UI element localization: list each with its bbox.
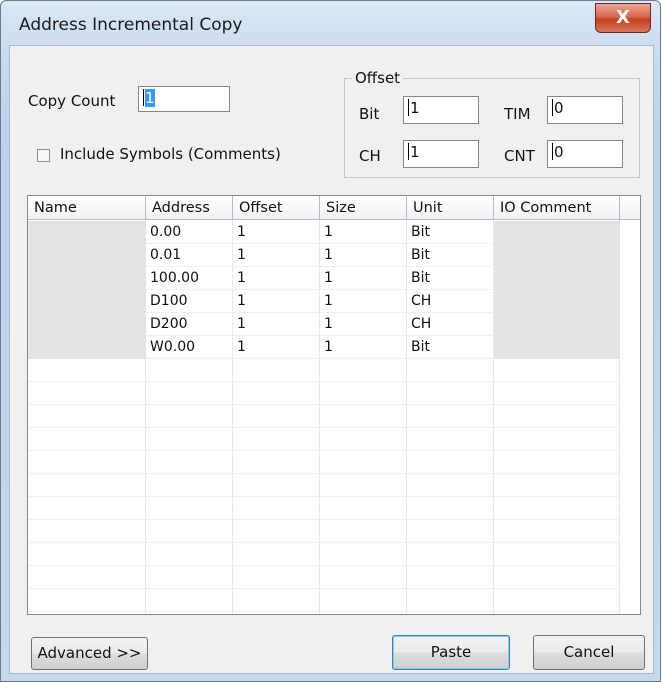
grid-line [28, 542, 620, 543]
copy-count-value: 1 [145, 89, 155, 107]
cell-name [28, 267, 146, 290]
tim-label: TIM [504, 105, 531, 123]
copy-count-input[interactable]: 1 [138, 86, 230, 112]
grid-line [28, 565, 620, 566]
cnt-offset-input[interactable]: 0 [547, 140, 623, 168]
text-caret [143, 89, 144, 106]
cell-offset[interactable]: 1 [233, 267, 320, 290]
include-symbols-label: Include Symbols (Comments) [60, 145, 281, 163]
cell-unit[interactable]: CH [407, 290, 494, 313]
cell-name [28, 313, 146, 336]
grid-line [28, 427, 620, 428]
cell-unit[interactable]: CH [407, 313, 494, 336]
cell-name [28, 221, 146, 244]
tim-offset-input[interactable]: 0 [547, 96, 623, 124]
copy-count-label: Copy Count [28, 92, 116, 110]
cell-address[interactable]: 0.00 [146, 221, 233, 244]
cell-size[interactable]: 1 [320, 336, 407, 359]
cell-size[interactable]: 1 [320, 244, 407, 267]
grid-line [28, 404, 620, 405]
cell-name [28, 290, 146, 313]
address-table[interactable]: Name Address Offset Size Unit IO Comment… [27, 195, 641, 615]
text-caret [552, 99, 553, 116]
cell-io-comment [494, 221, 620, 244]
cell-address[interactable]: D200 [146, 313, 233, 336]
paste-button[interactable]: Paste [392, 635, 510, 670]
ch-offset-value: 1 [410, 143, 420, 161]
cell-io-comment [494, 267, 620, 290]
cell-name [28, 336, 146, 359]
column-header-unit[interactable]: Unit [407, 196, 494, 220]
cell-unit[interactable]: Bit [407, 221, 494, 244]
column-header-address[interactable]: Address [146, 196, 233, 220]
cell-address[interactable]: 0.01 [146, 244, 233, 267]
cell-address[interactable]: 100.00 [146, 267, 233, 290]
cell-name [28, 244, 146, 267]
column-header-io-comment[interactable]: IO Comment [494, 196, 620, 220]
grid-line [28, 381, 620, 382]
title-bar[interactable]: Address Incremental Copy X [1, 1, 660, 45]
cell-unit[interactable]: Bit [407, 336, 494, 359]
text-caret [408, 143, 409, 160]
column-header-name[interactable]: Name [28, 196, 146, 220]
bit-offset-value: 1 [410, 99, 420, 117]
cell-unit[interactable]: Bit [407, 267, 494, 290]
include-symbols-checkbox[interactable] [37, 149, 50, 162]
close-button[interactable]: X [595, 3, 651, 33]
grid-line [28, 496, 620, 497]
text-caret [552, 143, 553, 160]
grid-line [28, 519, 620, 520]
column-header-offset[interactable]: Offset [233, 196, 320, 220]
dialog-window: Address Incremental Copy X Copy Count 1 … [0, 0, 661, 682]
cnt-offset-value: 0 [554, 143, 564, 161]
cell-offset[interactable]: 1 [233, 221, 320, 244]
cell-size[interactable]: 1 [320, 221, 407, 244]
cell-io-comment [494, 313, 620, 336]
ch-offset-input[interactable]: 1 [403, 140, 479, 168]
cell-size[interactable]: 1 [320, 313, 407, 336]
cell-unit[interactable]: Bit [407, 244, 494, 267]
cnt-label: CNT [504, 147, 535, 165]
bit-offset-input[interactable]: 1 [403, 96, 479, 124]
bit-label: Bit [359, 105, 380, 123]
window-title: Address Incremental Copy [19, 15, 243, 35]
grid-line [28, 450, 620, 451]
column-header-size[interactable]: Size [320, 196, 407, 220]
tim-offset-value: 0 [554, 99, 564, 117]
grid-line [28, 473, 620, 474]
cell-offset[interactable]: 1 [233, 290, 320, 313]
cell-size[interactable]: 1 [320, 290, 407, 313]
offset-group-label: Offset [352, 69, 404, 87]
cell-io-comment [494, 336, 620, 359]
cell-io-comment [494, 290, 620, 313]
column-header-filler [620, 196, 640, 220]
cell-offset[interactable]: 1 [233, 313, 320, 336]
cell-io-comment [494, 244, 620, 267]
cancel-button[interactable]: Cancel [533, 635, 645, 670]
cell-size[interactable]: 1 [320, 267, 407, 290]
cell-offset[interactable]: 1 [233, 244, 320, 267]
cell-address[interactable]: W0.00 [146, 336, 233, 359]
cell-address[interactable]: D100 [146, 290, 233, 313]
advanced-button[interactable]: Advanced >> [31, 637, 148, 670]
close-icon: X [616, 7, 630, 28]
ch-label: CH [359, 147, 381, 165]
grid-line [28, 611, 620, 612]
grid-line [28, 588, 620, 589]
cell-offset[interactable]: 1 [233, 336, 320, 359]
text-caret [408, 99, 409, 116]
